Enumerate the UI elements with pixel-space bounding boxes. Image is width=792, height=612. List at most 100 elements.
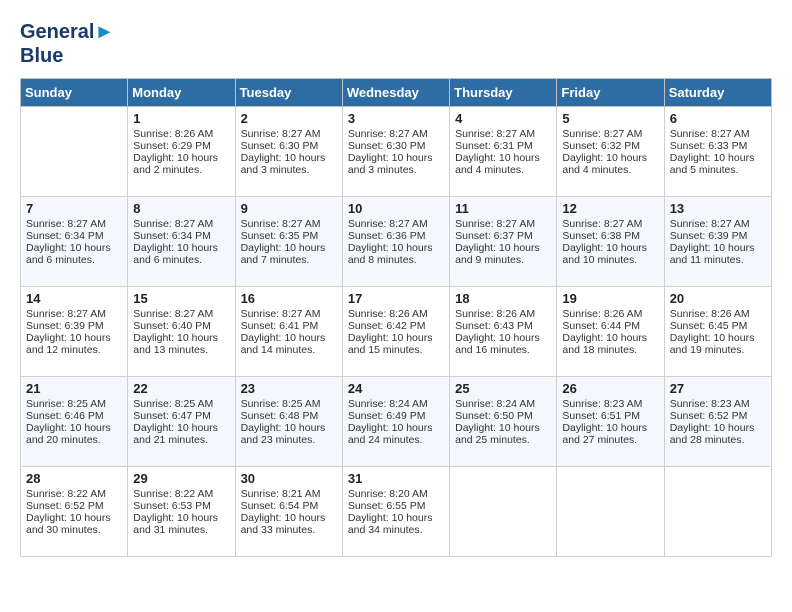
- sunset-text: Sunset: 6:39 PM: [26, 320, 104, 332]
- calendar-cell: 7 Sunrise: 8:27 AM Sunset: 6:34 PM Dayli…: [21, 197, 128, 287]
- calendar-cell: 31 Sunrise: 8:20 AM Sunset: 6:55 PM Dayl…: [342, 467, 449, 557]
- daylight-text: Daylight: 10 hours and 11 minutes.: [670, 242, 755, 266]
- sunset-text: Sunset: 6:47 PM: [133, 410, 211, 422]
- day-number: 25: [455, 381, 551, 396]
- sunset-text: Sunset: 6:32 PM: [562, 140, 640, 152]
- day-number: 31: [348, 471, 444, 486]
- calendar-cell: 27 Sunrise: 8:23 AM Sunset: 6:52 PM Dayl…: [664, 377, 771, 467]
- day-number: 7: [26, 201, 122, 216]
- calendar-week-row: 7 Sunrise: 8:27 AM Sunset: 6:34 PM Dayli…: [21, 197, 772, 287]
- daylight-text: Daylight: 10 hours and 3 minutes.: [348, 152, 433, 176]
- sunset-text: Sunset: 6:51 PM: [562, 410, 640, 422]
- day-number: 2: [241, 111, 337, 126]
- day-number: 19: [562, 291, 658, 306]
- calendar-cell: 6 Sunrise: 8:27 AM Sunset: 6:33 PM Dayli…: [664, 107, 771, 197]
- sunrise-text: Sunrise: 8:27 AM: [133, 218, 213, 230]
- daylight-text: Daylight: 10 hours and 24 minutes.: [348, 422, 433, 446]
- sunrise-text: Sunrise: 8:27 AM: [241, 128, 321, 140]
- sunset-text: Sunset: 6:29 PM: [133, 140, 211, 152]
- day-number: 13: [670, 201, 766, 216]
- calendar-cell: 16 Sunrise: 8:27 AM Sunset: 6:41 PM Dayl…: [235, 287, 342, 377]
- day-number: 15: [133, 291, 229, 306]
- day-number: 30: [241, 471, 337, 486]
- calendar-cell: 23 Sunrise: 8:25 AM Sunset: 6:48 PM Dayl…: [235, 377, 342, 467]
- sunset-text: Sunset: 6:39 PM: [670, 230, 748, 242]
- sunrise-text: Sunrise: 8:20 AM: [348, 488, 428, 500]
- daylight-text: Daylight: 10 hours and 14 minutes.: [241, 332, 326, 356]
- sunset-text: Sunset: 6:40 PM: [133, 320, 211, 332]
- day-number: 14: [26, 291, 122, 306]
- calendar-cell: 29 Sunrise: 8:22 AM Sunset: 6:53 PM Dayl…: [128, 467, 235, 557]
- sunrise-text: Sunrise: 8:27 AM: [348, 128, 428, 140]
- sunset-text: Sunset: 6:34 PM: [26, 230, 104, 242]
- calendar-cell: 17 Sunrise: 8:26 AM Sunset: 6:42 PM Dayl…: [342, 287, 449, 377]
- daylight-text: Daylight: 10 hours and 19 minutes.: [670, 332, 755, 356]
- col-header-saturday: Saturday: [664, 79, 771, 107]
- sunset-text: Sunset: 6:31 PM: [455, 140, 533, 152]
- sunset-text: Sunset: 6:38 PM: [562, 230, 640, 242]
- day-number: 18: [455, 291, 551, 306]
- day-number: 22: [133, 381, 229, 396]
- sunrise-text: Sunrise: 8:27 AM: [562, 128, 642, 140]
- day-number: 28: [26, 471, 122, 486]
- sunrise-text: Sunrise: 8:27 AM: [241, 218, 321, 230]
- sunrise-text: Sunrise: 8:25 AM: [26, 398, 106, 410]
- sunrise-text: Sunrise: 8:27 AM: [562, 218, 642, 230]
- calendar-cell: 21 Sunrise: 8:25 AM Sunset: 6:46 PM Dayl…: [21, 377, 128, 467]
- daylight-text: Daylight: 10 hours and 4 minutes.: [562, 152, 647, 176]
- logo-line2: Blue: [20, 44, 114, 68]
- col-header-monday: Monday: [128, 79, 235, 107]
- sunrise-text: Sunrise: 8:26 AM: [562, 308, 642, 320]
- col-header-wednesday: Wednesday: [342, 79, 449, 107]
- calendar-cell: 19 Sunrise: 8:26 AM Sunset: 6:44 PM Dayl…: [557, 287, 664, 377]
- calendar-week-row: 14 Sunrise: 8:27 AM Sunset: 6:39 PM Dayl…: [21, 287, 772, 377]
- sunset-text: Sunset: 6:52 PM: [670, 410, 748, 422]
- sunset-text: Sunset: 6:36 PM: [348, 230, 426, 242]
- daylight-text: Daylight: 10 hours and 31 minutes.: [133, 512, 218, 536]
- daylight-text: Daylight: 10 hours and 10 minutes.: [562, 242, 647, 266]
- day-number: 12: [562, 201, 658, 216]
- sunset-text: Sunset: 6:30 PM: [348, 140, 426, 152]
- calendar-cell: 18 Sunrise: 8:26 AM Sunset: 6:43 PM Dayl…: [450, 287, 557, 377]
- calendar-cell: 14 Sunrise: 8:27 AM Sunset: 6:39 PM Dayl…: [21, 287, 128, 377]
- calendar-cell: 12 Sunrise: 8:27 AM Sunset: 6:38 PM Dayl…: [557, 197, 664, 287]
- daylight-text: Daylight: 10 hours and 7 minutes.: [241, 242, 326, 266]
- col-header-friday: Friday: [557, 79, 664, 107]
- calendar-cell: 22 Sunrise: 8:25 AM Sunset: 6:47 PM Dayl…: [128, 377, 235, 467]
- sunset-text: Sunset: 6:54 PM: [241, 500, 319, 512]
- sunset-text: Sunset: 6:30 PM: [241, 140, 319, 152]
- day-number: 24: [348, 381, 444, 396]
- sunrise-text: Sunrise: 8:27 AM: [26, 218, 106, 230]
- sunset-text: Sunset: 6:42 PM: [348, 320, 426, 332]
- page-header: General► Blue: [20, 20, 772, 68]
- sunrise-text: Sunrise: 8:26 AM: [670, 308, 750, 320]
- sunrise-text: Sunrise: 8:25 AM: [133, 398, 213, 410]
- sunrise-text: Sunrise: 8:27 AM: [670, 218, 750, 230]
- sunrise-text: Sunrise: 8:27 AM: [455, 218, 535, 230]
- daylight-text: Daylight: 10 hours and 20 minutes.: [26, 422, 111, 446]
- daylight-text: Daylight: 10 hours and 15 minutes.: [348, 332, 433, 356]
- sunset-text: Sunset: 6:49 PM: [348, 410, 426, 422]
- sunset-text: Sunset: 6:55 PM: [348, 500, 426, 512]
- sunset-text: Sunset: 6:34 PM: [133, 230, 211, 242]
- day-number: 4: [455, 111, 551, 126]
- sunrise-text: Sunrise: 8:27 AM: [455, 128, 535, 140]
- sunrise-text: Sunrise: 8:22 AM: [26, 488, 106, 500]
- sunset-text: Sunset: 6:44 PM: [562, 320, 640, 332]
- calendar-cell: 30 Sunrise: 8:21 AM Sunset: 6:54 PM Dayl…: [235, 467, 342, 557]
- calendar-cell: 25 Sunrise: 8:24 AM Sunset: 6:50 PM Dayl…: [450, 377, 557, 467]
- sunrise-text: Sunrise: 8:26 AM: [133, 128, 213, 140]
- sunrise-text: Sunrise: 8:24 AM: [348, 398, 428, 410]
- calendar-cell: 20 Sunrise: 8:26 AM Sunset: 6:45 PM Dayl…: [664, 287, 771, 377]
- daylight-text: Daylight: 10 hours and 28 minutes.: [670, 422, 755, 446]
- calendar-header-row: SundayMondayTuesdayWednesdayThursdayFrid…: [21, 79, 772, 107]
- calendar-table: SundayMondayTuesdayWednesdayThursdayFrid…: [20, 78, 772, 557]
- day-number: 5: [562, 111, 658, 126]
- daylight-text: Daylight: 10 hours and 3 minutes.: [241, 152, 326, 176]
- sunrise-text: Sunrise: 8:27 AM: [26, 308, 106, 320]
- day-number: 27: [670, 381, 766, 396]
- calendar-week-row: 28 Sunrise: 8:22 AM Sunset: 6:52 PM Dayl…: [21, 467, 772, 557]
- sunrise-text: Sunrise: 8:23 AM: [670, 398, 750, 410]
- sunset-text: Sunset: 6:37 PM: [455, 230, 533, 242]
- day-number: 6: [670, 111, 766, 126]
